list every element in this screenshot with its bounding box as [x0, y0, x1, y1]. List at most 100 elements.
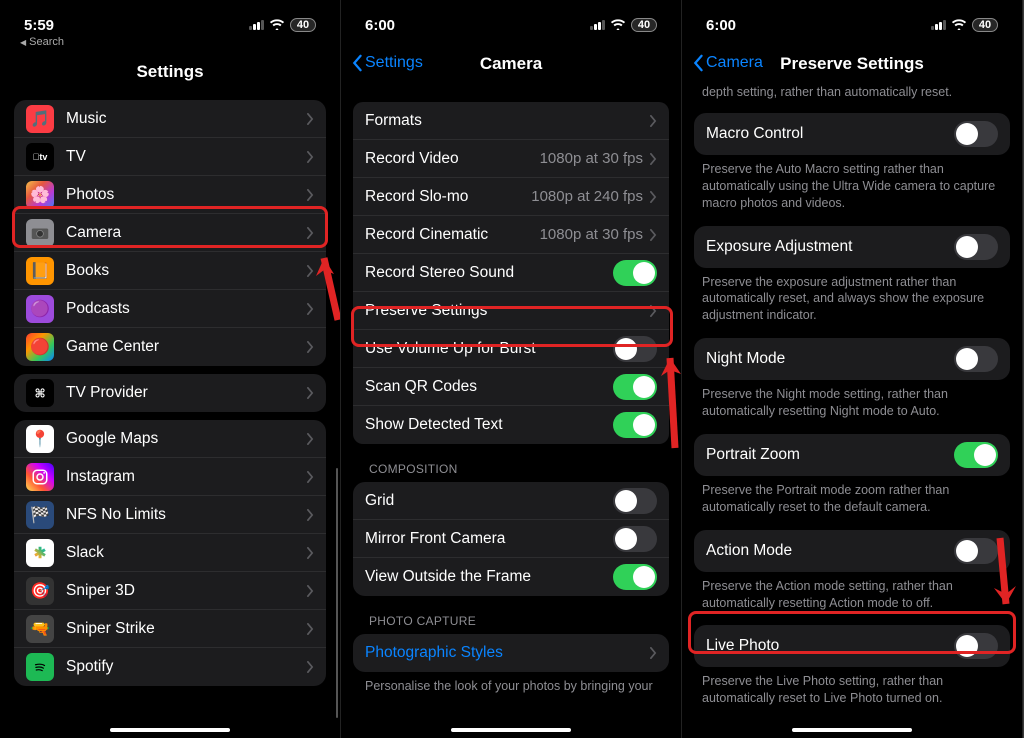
toggle-switch[interactable]	[613, 526, 657, 552]
list-item[interactable]: 🔫Sniper Strike	[14, 610, 326, 648]
list-item[interactable]: Preserve Settings	[353, 292, 669, 330]
phone-camera-settings: 6:00 40 Settings Camera FormatsRecord Vi…	[341, 0, 682, 738]
toggle-switch[interactable]	[954, 234, 998, 260]
list-item[interactable]: Camera	[14, 214, 326, 252]
list-item-footer: Preserve the exposure adjustment rather …	[682, 268, 1022, 335]
app-icon: ✱	[26, 539, 54, 567]
status-bar: 5:59 40	[0, 0, 340, 40]
chevron-right-icon	[306, 303, 314, 315]
home-indicator[interactable]	[110, 728, 230, 732]
list-item[interactable]: 🔴Game Center	[14, 328, 326, 366]
list-item[interactable]: Photographic Styles	[353, 634, 669, 672]
list-item-label: Google Maps	[66, 430, 306, 448]
list-item-value: 1080p at 240 fps	[531, 188, 643, 205]
list-item[interactable]: Record Slo-mo1080p at 240 fps	[353, 178, 669, 216]
chevron-right-icon	[306, 387, 314, 399]
toggle-switch[interactable]	[954, 346, 998, 372]
toggle-switch[interactable]	[613, 412, 657, 438]
nav-header: Settings	[0, 48, 340, 92]
list-item[interactable]: Grid	[353, 482, 669, 520]
back-button[interactable]: Settings	[351, 54, 423, 72]
list-item[interactable]: View Outside the Frame	[353, 558, 669, 596]
list-item[interactable]: Record Cinematic1080p at 30 fps	[353, 216, 669, 254]
list-item-label: Record Slo-mo	[365, 188, 531, 206]
app-icon	[26, 219, 54, 247]
toggle-switch[interactable]	[613, 336, 657, 362]
list-item-label: Record Video	[365, 150, 540, 168]
list-item-label: Action Mode	[706, 542, 954, 560]
chevron-right-icon	[306, 433, 314, 445]
chevron-right-icon	[306, 471, 314, 483]
list-item[interactable]: 🟣Podcasts	[14, 290, 326, 328]
toggle-switch[interactable]	[613, 488, 657, 514]
list-item-label: Podcasts	[66, 300, 306, 318]
toggle-switch[interactable]	[613, 260, 657, 286]
phone-preserve-settings: 6:00 40 Camera Preserve Settings depth s…	[682, 0, 1023, 738]
list-item[interactable]: 🎵 Music	[14, 100, 326, 138]
list-item[interactable]: Night Mode	[694, 338, 1010, 380]
list-item[interactable]: 📙Books	[14, 252, 326, 290]
nav-header: Settings Camera	[341, 40, 681, 84]
home-indicator[interactable]	[792, 728, 912, 732]
list-item[interactable]: 🎯Sniper 3D	[14, 572, 326, 610]
list-item-label: Portrait Zoom	[706, 446, 954, 464]
list-item[interactable]: Exposure Adjustment	[694, 226, 1010, 268]
list-item[interactable]: Action Mode	[694, 530, 1010, 572]
list-item[interactable]: Spotify	[14, 648, 326, 686]
list-item-label: Macro Control	[706, 125, 954, 143]
list-item-label: Camera	[66, 224, 306, 242]
list-item[interactable]: Portrait Zoom	[694, 434, 1010, 476]
back-label: Settings	[365, 54, 423, 72]
toggle-switch[interactable]	[954, 538, 998, 564]
app-icon: 🔴	[26, 333, 54, 361]
toggle-switch[interactable]	[954, 442, 998, 468]
list-item[interactable]: Record Stereo Sound	[353, 254, 669, 292]
list-item[interactable]: Use Volume Up for Burst	[353, 330, 669, 368]
list-item-footer: Preserve the Portrait mode zoom rather t…	[682, 476, 1022, 526]
phone-settings: 5:59 40 Search Settings 🎵 Music tvTV🌸Phot…	[0, 0, 341, 738]
list-item[interactable]: 📍Google Maps	[14, 420, 326, 458]
chevron-right-icon	[649, 229, 657, 241]
list-item-label: Exposure Adjustment	[706, 238, 954, 256]
list-item[interactable]: Mirror Front Camera	[353, 520, 669, 558]
status-time: 6:00	[706, 17, 736, 34]
list-item-label: Use Volume Up for Burst	[365, 340, 613, 358]
list-item[interactable]: Formats	[353, 102, 669, 140]
app-icon: 🎵	[26, 105, 54, 133]
preserve-item-group: Night Mode	[694, 338, 1010, 380]
list-item-value: 1080p at 30 fps	[540, 150, 643, 167]
list-item-label: Record Stereo Sound	[365, 264, 613, 282]
list-item[interactable]: Record Video1080p at 30 fps	[353, 140, 669, 178]
list-item-label: Grid	[365, 492, 613, 510]
toggle-switch[interactable]	[954, 633, 998, 659]
home-indicator[interactable]	[451, 728, 571, 732]
settings-group-third-party: 📍Google MapsInstagram🏁NFS No Limits✱Slac…	[14, 420, 326, 686]
list-item-label: Music	[66, 110, 306, 128]
list-item-footer: Preserve the Live Photo setting, rather …	[682, 667, 1022, 717]
toggle-switch[interactable]	[613, 564, 657, 590]
preserve-item-group: Portrait Zoom	[694, 434, 1010, 476]
battery-indicator: 40	[290, 18, 316, 32]
back-button[interactable]: Camera	[692, 54, 763, 72]
list-item[interactable]: 🏁NFS No Limits	[14, 496, 326, 534]
list-item[interactable]: ⌘TV Provider	[14, 374, 326, 412]
list-item[interactable]: Macro Control	[694, 113, 1010, 155]
back-to-search[interactable]: Search	[0, 36, 340, 48]
list-item[interactable]: ✱Slack	[14, 534, 326, 572]
chevron-right-icon	[306, 585, 314, 597]
list-item[interactable]: Show Detected Text	[353, 406, 669, 444]
camera-group-photo-capture: Photographic Styles	[353, 634, 669, 672]
app-icon: tv	[26, 143, 54, 171]
list-item[interactable]: Instagram	[14, 458, 326, 496]
list-item[interactable]: Scan QR Codes	[353, 368, 669, 406]
list-item-footer: Preserve the Night mode setting, rather …	[682, 380, 1022, 430]
wifi-icon	[269, 17, 285, 34]
list-item[interactable]: 🌸Photos	[14, 176, 326, 214]
list-item[interactable]: Live Photo	[694, 625, 1010, 667]
list-item[interactable]: tvTV	[14, 138, 326, 176]
app-icon: 🌸	[26, 181, 54, 209]
app-icon: 🏁	[26, 501, 54, 529]
chevron-right-icon	[306, 227, 314, 239]
toggle-switch[interactable]	[613, 374, 657, 400]
toggle-switch[interactable]	[954, 121, 998, 147]
